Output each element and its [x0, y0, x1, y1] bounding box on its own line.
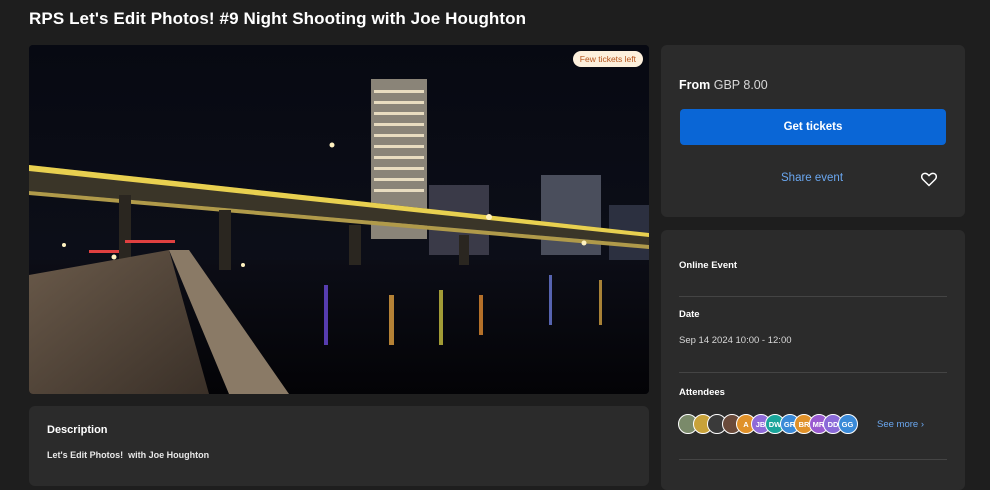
attendee-avatar[interactable]: GG [837, 414, 858, 434]
page-title: RPS Let's Edit Photos! #9 Night Shooting… [29, 9, 527, 28]
price-from-label: From [679, 78, 711, 92]
event-info-card: Online Event Date Sep 14 2024 10:00 - 12… [661, 230, 965, 490]
event-cover-image: Few tickets left [29, 45, 649, 394]
get-tickets-button[interactable]: Get tickets [680, 109, 946, 145]
date-value: Sep 14 2024 10:00 - 12:00 [679, 335, 792, 346]
heart-icon[interactable] [920, 171, 938, 187]
ticket-card: From GBP 8.00 Get tickets Share event [661, 45, 965, 217]
description-text: Let's Edit Photos! with Joe Houghton [47, 450, 210, 460]
divider [679, 459, 947, 460]
share-event-link[interactable]: Share event [781, 172, 843, 184]
price: From GBP 8.00 [679, 78, 768, 92]
date-label: Date [679, 309, 700, 320]
few-tickets-badge: Few tickets left [572, 51, 643, 67]
divider [679, 296, 947, 297]
divider [679, 372, 947, 373]
description-heading: Description [47, 424, 108, 436]
attendees-label: Attendees [679, 387, 725, 398]
price-value: GBP 8.00 [713, 78, 768, 92]
description-card: Description Let's Edit Photos! with Joe … [29, 406, 649, 486]
see-more-link[interactable]: See more › [877, 419, 924, 430]
night-river-photo [29, 45, 649, 394]
event-type: Online Event [679, 260, 738, 271]
